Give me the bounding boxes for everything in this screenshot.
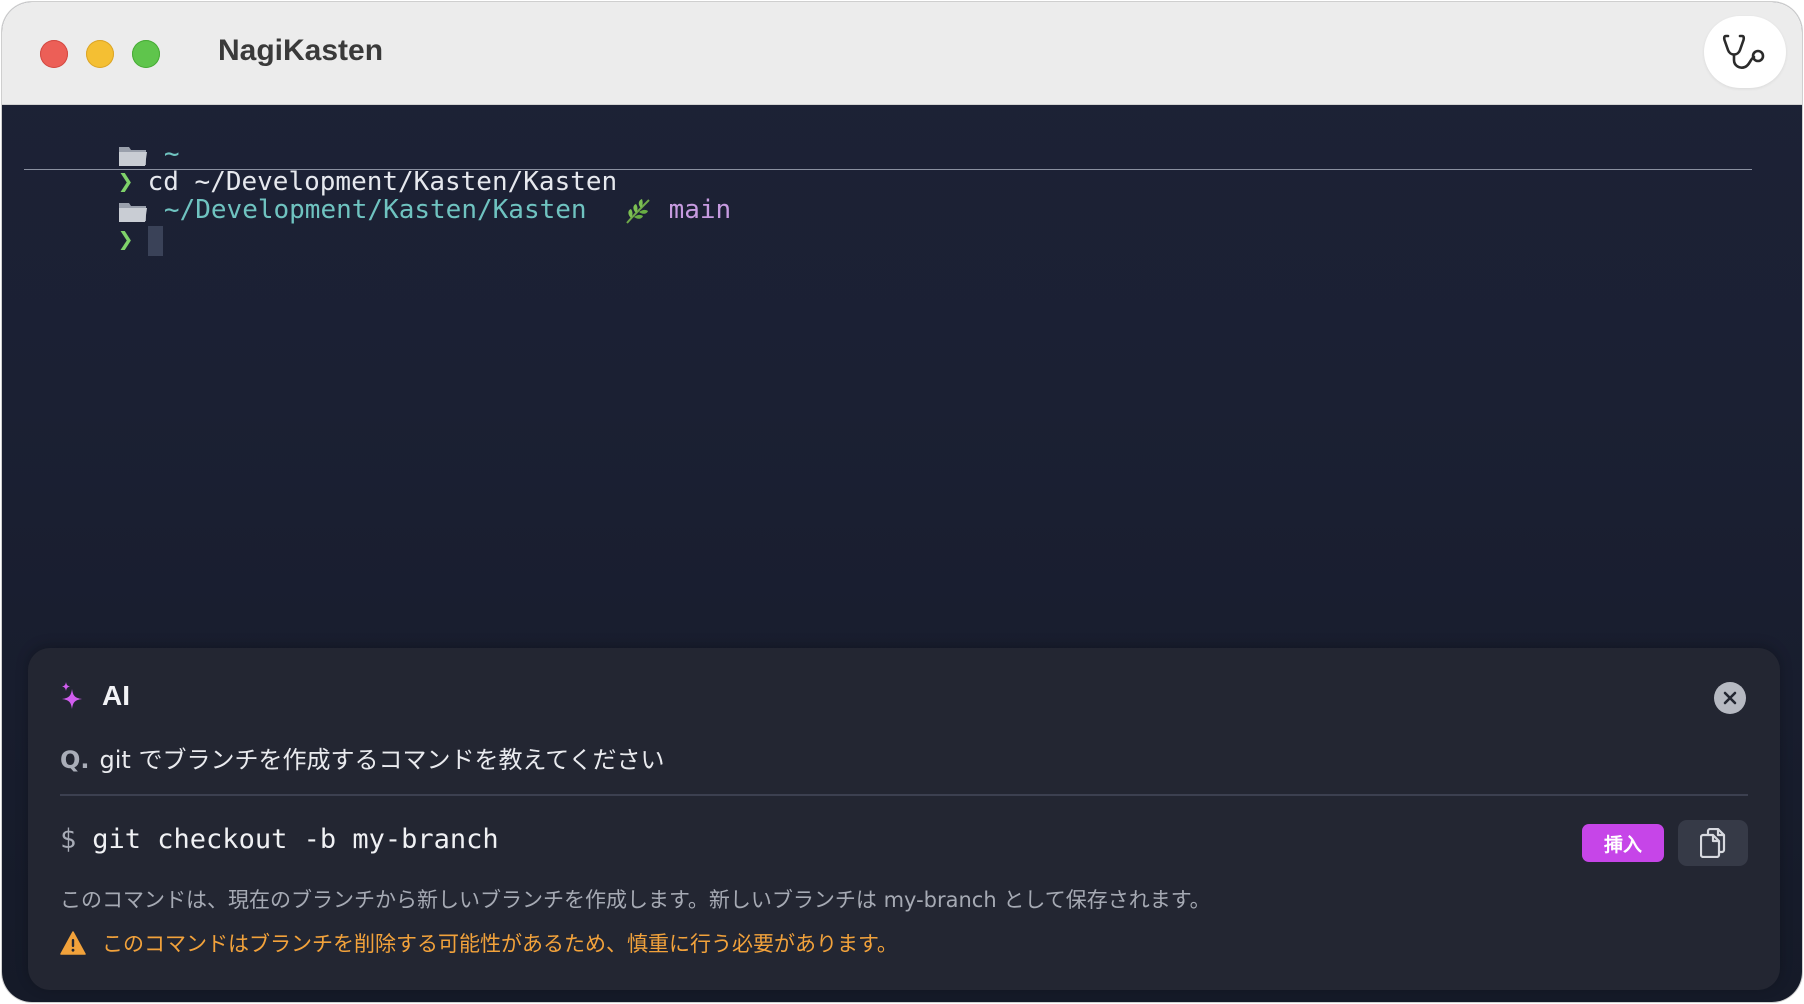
doctor-button[interactable]	[1704, 16, 1786, 88]
terminal-output[interactable]: ~ ❯ cd ~/Development/Kasten/Kasten ~/Deve…	[24, 106, 1774, 636]
folder-path: ~/Development/Kasten/Kasten	[163, 195, 587, 225]
command-prefix: $	[60, 824, 77, 855]
copy-icon	[1700, 828, 1726, 858]
window-title: NagiKasten	[218, 34, 384, 67]
stethoscope-icon	[1722, 34, 1765, 69]
ai-label: AI	[102, 680, 130, 711]
minimize-window-button[interactable]	[86, 40, 114, 68]
sparkles-icon	[62, 682, 82, 709]
close-icon	[1723, 691, 1737, 705]
terminal-line: ❯	[24, 192, 163, 256]
command-description: このコマンドは、現在のブランチから新しいブランチを作成します。新しいブランチは …	[60, 888, 1211, 912]
close-window-button[interactable]	[40, 40, 68, 68]
command-warning: このコマンドはブランチを削除する可能性があるため、慎重に行う必要があります。	[60, 928, 898, 958]
title-bar: NagiKasten	[2, 2, 1802, 105]
prompt-symbol: ❯	[117, 225, 134, 255]
ai-question: Q. git でブランチを作成するコマンドを教えてください	[60, 740, 665, 775]
terminal-line: ~/Development/Kasten/Kasten main	[24, 162, 731, 225]
panel-divider	[60, 794, 1748, 796]
app-window: NagiKasten ~ ❯ cd ~/Development/Kasten/Ka…	[2, 2, 1802, 1002]
insert-button[interactable]: 挿入	[1582, 824, 1664, 862]
copy-button[interactable]	[1678, 820, 1748, 866]
ai-assistant-panel: AI Q. git でブランチを作成するコマンドを教えてください $ git che…	[28, 648, 1780, 990]
warning-text: このコマンドはブランチを削除する可能性があるため、慎重に行う必要があります。	[102, 932, 898, 956]
warning-icon	[60, 931, 86, 955]
ai-panel-header: AI	[60, 680, 130, 712]
suggested-command: $ git checkout -b my-branch	[60, 824, 499, 855]
leaf-icon	[625, 198, 650, 224]
text-cursor	[147, 225, 163, 256]
question-text: git でブランチを作成するコマンドを教えてください	[99, 746, 665, 774]
close-panel-button[interactable]	[1714, 682, 1746, 714]
command-text: git checkout -b my-branch	[92, 824, 499, 855]
zoom-window-button[interactable]	[132, 40, 160, 68]
git-branch: main	[668, 195, 732, 225]
question-prefix: Q.	[60, 746, 90, 774]
